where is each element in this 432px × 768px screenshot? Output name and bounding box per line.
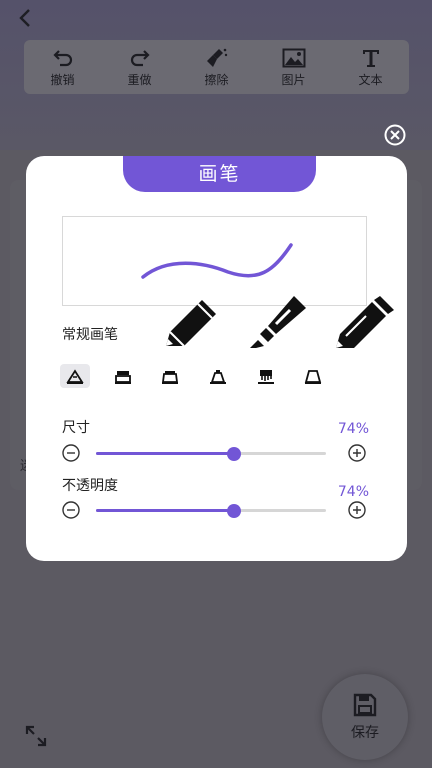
highlighter-icon[interactable] [246,296,310,352]
erase-label: 擦除 [204,72,229,87]
redo-label: 重做 [127,72,152,87]
tip-4-icon[interactable] [203,364,233,388]
tip-3-icon[interactable] [155,364,185,388]
opacity-thumb[interactable] [227,504,241,518]
brush-type-label: 常规画笔 [62,327,118,343]
size-label: 尺寸 [62,420,90,436]
undo-label: 撤销 [50,72,75,87]
image-label: 图片 [281,72,306,87]
save-button[interactable]: 保存 [322,674,408,760]
opacity-slider[interactable] [60,499,366,521]
image-icon [282,47,306,69]
pen-icon[interactable] [332,296,396,352]
stroke-preview [62,216,367,306]
save-icon [352,692,378,722]
size-value: 74% [337,421,369,437]
text-button[interactable]: 文本 [341,47,401,88]
opacity-value: 74% [337,484,369,500]
pencil-icon[interactable] [160,296,224,352]
opacity-track[interactable] [96,504,326,518]
editor-toolbar: 撤销 重做 擦除 图片 文本 [24,40,409,94]
erase-button[interactable]: 擦除 [187,47,247,88]
save-label: 保存 [351,725,379,741]
undo-icon [52,47,74,69]
tip-1-icon[interactable] [60,364,90,388]
size-thumb[interactable] [227,447,241,461]
text-label: 文本 [358,72,383,87]
opacity-label: 不透明度 [62,478,118,494]
opacity-decrease-icon[interactable] [62,501,80,519]
brush-dialog: 画笔 常规画笔 尺寸 74% 不透明度 74% [26,156,407,561]
size-decrease-icon[interactable] [62,444,80,462]
size-slider[interactable] [60,442,366,464]
back-arrow-icon[interactable] [14,6,38,30]
close-icon[interactable] [384,124,406,146]
dialog-title: 画笔 [123,156,316,192]
opacity-increase-icon[interactable] [348,501,366,519]
text-icon [361,47,381,69]
tip-6-icon[interactable] [298,364,328,388]
size-track[interactable] [96,447,326,461]
size-increase-icon[interactable] [348,444,366,462]
opacity-fill [96,509,234,512]
size-fill [96,452,234,455]
redo-icon [129,47,151,69]
tip-5-icon[interactable] [251,364,281,388]
brush-tip-selector [60,364,340,388]
fullscreen-icon[interactable] [24,724,48,748]
undo-button[interactable]: 撤销 [33,47,93,88]
redo-button[interactable]: 重做 [110,47,170,88]
eraser-broom-icon [205,47,229,69]
image-button[interactable]: 图片 [264,47,324,88]
tip-2-icon[interactable] [108,364,138,388]
